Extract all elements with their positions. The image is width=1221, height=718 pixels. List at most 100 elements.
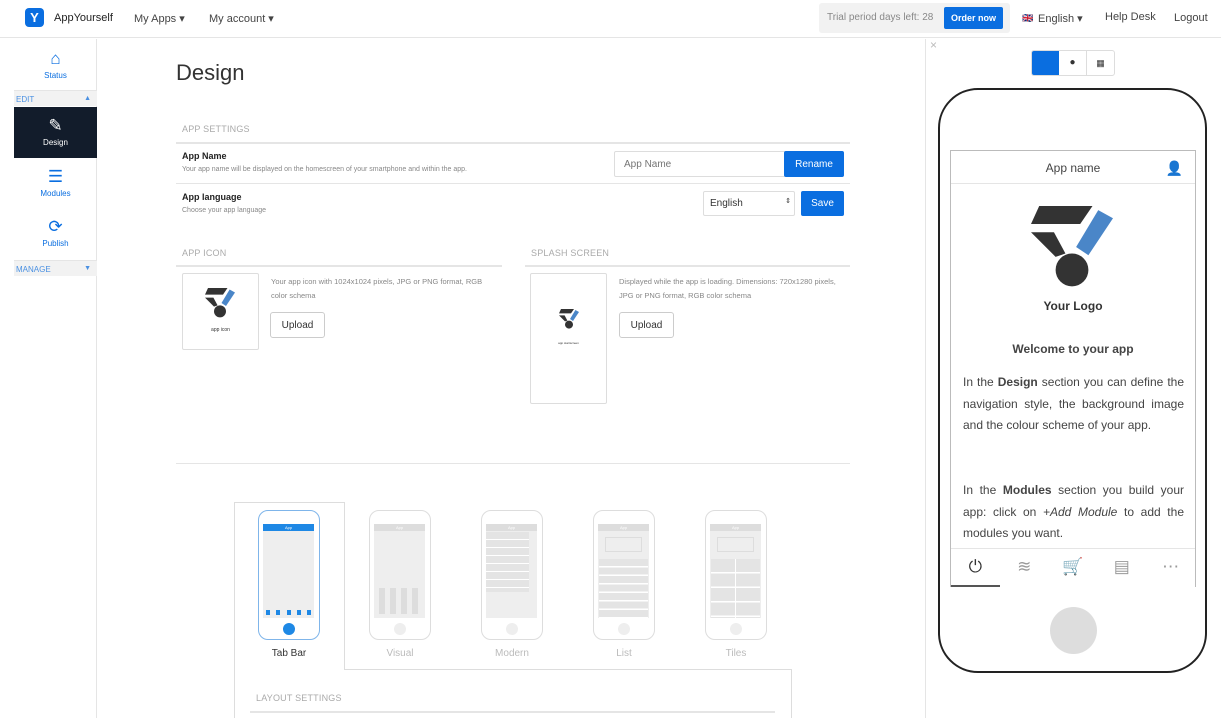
page-title: Design [176,60,245,85]
app-icon-desc: Your app icon with 1024x1024 pixels, JPG… [271,277,483,300]
home-button-icon [283,623,295,635]
layout-option-list[interactable]: App [593,510,655,640]
banner [605,537,642,552]
refresh-icon: ⟳ [48,217,63,236]
trial-box: Trial period days left: 28 Order now [819,3,1010,33]
layout-label: List [616,648,632,659]
layout-option-modern[interactable]: App [481,510,543,640]
upload-icon-button[interactable]: Upload [270,312,325,338]
layout-settings-heading: LAYOUT SETTINGS [256,693,342,703]
layers-icon[interactable]: ≋ [1000,549,1049,587]
language-menu[interactable]: English ▾ [1038,12,1083,25]
app-icon-heading: APP ICON [182,248,227,258]
app-name-desc: Your app name will be displayed on the h… [182,166,467,173]
language-select[interactable]: English ⇕ [703,191,795,216]
logout-link[interactable]: Logout [1174,12,1208,24]
section-label: MANAGE [16,265,51,274]
sidebar-item-design[interactable]: ✎ Design [14,107,97,158]
user-icon[interactable]: 👤 [1166,151,1183,185]
more-icon[interactable]: ⋯ [1146,549,1195,587]
trial-text: Trial period days left: 28 [827,12,934,23]
qr-code-icon[interactable]: ▦ [1087,51,1114,75]
divider [176,183,850,184]
language-select-value: English [710,198,743,209]
splash-desc: Displayed while the app is loading. Dime… [619,277,836,300]
divider [525,265,850,267]
thumb-header: App [598,524,649,531]
my-account-menu[interactable]: My account ▾ [209,12,274,25]
design-paragraph: In the Design section you can define the… [963,375,1185,432]
android-icon[interactable]: ● [1059,51,1087,75]
save-language-button[interactable]: Save [801,191,844,216]
divider [250,711,775,713]
phone-screen: App name 👤 Your Logo Welcome to your app… [950,150,1196,587]
layout-label: Tab Bar [271,648,307,659]
home-button-icon [394,623,406,635]
splash-preview: app startscreen [530,273,607,404]
layout-option-tab-bar[interactable]: App [258,510,320,640]
home-button-icon [506,623,518,635]
panel-border [234,669,235,718]
platform-toggle: ● ▦ [1031,50,1115,76]
apple-icon[interactable] [1032,51,1059,75]
layout-label: Tiles [725,648,747,659]
top-bar: Y AppYourself My Apps ▾ My account ▾ Tri… [0,0,1221,38]
select-arrows-icon: ⇕ [785,198,791,205]
tab-bar-dots [266,610,311,615]
thumb-header: App [486,524,537,531]
app-name-input[interactable] [614,151,786,177]
layout-label: Modern [495,648,529,659]
logo-icon [559,309,579,329]
app-header: App name 👤 [951,151,1195,184]
sidebar-item-label: Modules [40,189,71,198]
sidebar-item-status[interactable]: ⌂ Status [14,49,97,80]
sidebar-item-publish[interactable]: ⟳ Publish [14,217,97,248]
app-settings-heading: APP SETTINGS [182,124,250,134]
layout-option-visual[interactable]: App [369,510,431,640]
edit-section-header[interactable]: EDIT ▲ [14,90,97,106]
divider [176,142,850,144]
home-button-icon [618,623,630,635]
layout-label: Visual [386,648,414,659]
power-icon[interactable]: ⏻ [951,549,1000,587]
side-menu [486,532,529,592]
close-icon[interactable]: × [930,38,937,52]
order-now-button[interactable]: Order now [944,7,1003,29]
my-apps-menu[interactable]: My Apps ▾ [134,12,185,25]
manage-section-header[interactable]: MANAGE ▼ [14,260,97,276]
app-logo-icon[interactable]: Y [25,8,44,27]
app-name-label: App Name [182,151,227,161]
edit-icon: ✎ [48,116,63,135]
app-language-desc: Choose your app language [182,207,267,214]
cart-icon[interactable]: 🛒 [1049,549,1098,587]
rename-button[interactable]: Rename [784,151,844,177]
splash-caption: app startscreen [558,341,579,345]
app-language-label: App language [182,192,242,202]
home-icon: ⌂ [50,49,61,68]
app-tab-bar: ⏻ ≋ 🛒 ▤ ⋯ [951,548,1195,587]
grid-icons [379,588,421,614]
sidebar-item-label: Publish [42,239,69,248]
brand-name[interactable]: AppYourself [54,12,113,24]
sidebar: ⌂ Status EDIT ▲ ✎ Design ☰ Modules ⟳ Publish … [14,39,97,718]
home-button-icon [730,623,742,635]
welcome-heading: Welcome to your app [1012,342,1134,356]
chevron-down-icon: ▼ [84,265,91,272]
your-logo-image [1031,206,1113,287]
section-label: EDIT [16,95,35,104]
help-desk-link[interactable]: Help Desk [1105,11,1156,23]
sidebar-item-label: Status [44,71,67,80]
sidebar-item-modules[interactable]: ☰ Modules [14,167,97,198]
app-icon-preview: app icon [182,273,259,350]
app-name-title: App name [1045,161,1101,175]
thumb-header: App [374,524,425,531]
thumb-header: App [263,524,314,531]
list-rows [599,559,648,618]
list-icon[interactable]: ▤ [1097,549,1146,587]
upload-splash-button[interactable]: Upload [619,312,674,338]
logo-icon [205,288,235,318]
layout-option-tiles[interactable]: App [705,510,767,640]
phone-home-button [1050,607,1097,654]
logo-caption: Your Logo [1043,299,1103,313]
menu-icon: ☰ [47,167,64,186]
